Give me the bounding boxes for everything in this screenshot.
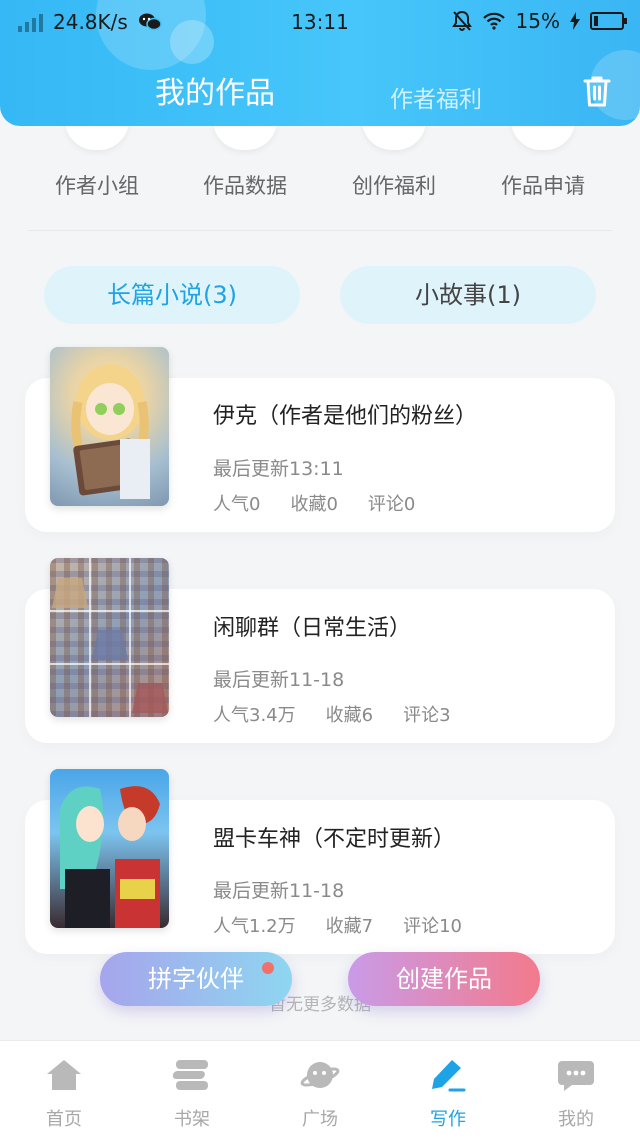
popularity-count: 人气0 [213,494,261,515]
tab-author-benefits[interactable]: 作者福利 [390,80,482,114]
nav-mine[interactable]: 我的 [512,1057,640,1131]
partner-button[interactable]: 拼字伙伴 [100,952,292,1006]
comments-count: 评论0 [367,494,416,515]
nav-bookshelf[interactable]: 书架 [128,1057,256,1131]
quick-label: 作品申请 [501,174,585,198]
comments-count: 评论10 [403,916,462,937]
notification-dot [262,962,274,974]
quick-label: 作品数据 [203,174,287,198]
no-more-data-text: 暂无更多数据 [269,995,371,1015]
page-title[interactable]: 我的作品 [155,68,275,112]
quick-work-application[interactable]: 作品申请 [469,120,617,200]
work-stats: 人气0 收藏0 评论0 [213,490,415,516]
bottom-nav: 首页 书架 广场 写作 我的 [0,1040,640,1138]
battery-icon [590,12,627,30]
mute-bell-icon [451,10,472,31]
quick-work-data[interactable]: 作品数据 [171,120,319,200]
popularity-count: 人气3.4万 [213,705,296,726]
nav-label: 我的 [558,1109,594,1130]
anime-couple-illustration [60,786,160,928]
home-icon [47,1060,81,1090]
tab-long-novel[interactable]: 长篇小说(3) [44,266,300,324]
work-update-time: 最后更新13:11 [213,458,344,480]
battery-percent: 15% [515,9,560,33]
title-row: 我的作品 作者福利 [0,60,640,120]
work-title[interactable]: 伊克（作者是他们的粉丝） [213,398,477,430]
header-bar: 24.8K/s 13:11 15% 我的作品 作者福利 [0,0,640,126]
create-work-button[interactable]: 创建作品 [348,952,540,1006]
quick-label: 作者小组 [55,174,139,198]
chat-bubble-icon [558,1061,594,1091]
nav-label: 写作 [430,1109,466,1130]
skirt-collage-illustration [50,558,169,717]
quick-label: 创作福利 [352,174,436,198]
anime-girl-illustration [71,364,150,499]
work-update-time: 最后更新11-18 [213,669,345,691]
status-bar: 24.8K/s 13:11 15% [0,0,640,46]
work-stats: 人气3.4万 收藏6 评论3 [213,701,451,727]
charging-icon [570,12,580,30]
quick-creation-benefits[interactable]: 创作福利 [320,120,468,200]
favorites-count: 收藏6 [325,705,374,726]
pen-icon [432,1060,466,1092]
planet-icon [300,1062,340,1088]
nav-label: 书架 [174,1109,210,1130]
nav-label: 广场 [302,1109,338,1130]
quick-author-group[interactable]: 作者小组 [23,120,171,200]
bookshelf-icon [172,1060,208,1090]
work-cover-image[interactable] [50,558,169,717]
comments-count: 评论3 [403,705,451,726]
trash-icon[interactable] [582,74,612,108]
tab-short-story[interactable]: 小故事(1) [340,266,596,324]
work-cover-image[interactable] [50,769,169,928]
nav-label: 首页 [46,1109,82,1130]
work-title[interactable]: 闲聊群（日常生活） [213,610,411,642]
nav-plaza[interactable]: 广场 [256,1057,384,1131]
work-update-time: 最后更新11-18 [213,880,345,902]
wifi-icon [482,12,505,30]
quick-actions: 作者小组 作品数据 创作福利 作品申请 [0,120,640,230]
work-cover-image[interactable] [50,347,169,506]
favorites-count: 收藏0 [290,494,338,515]
divider [28,230,612,231]
work-title[interactable]: 盟卡车神（不定时更新） [213,821,455,853]
favorites-count: 收藏7 [325,916,374,937]
nav-writing[interactable]: 写作 [384,1057,512,1131]
nav-home[interactable]: 首页 [0,1057,128,1131]
work-stats: 人气1.2万 收藏7 评论10 [213,912,462,938]
popularity-count: 人气1.2万 [213,916,296,937]
